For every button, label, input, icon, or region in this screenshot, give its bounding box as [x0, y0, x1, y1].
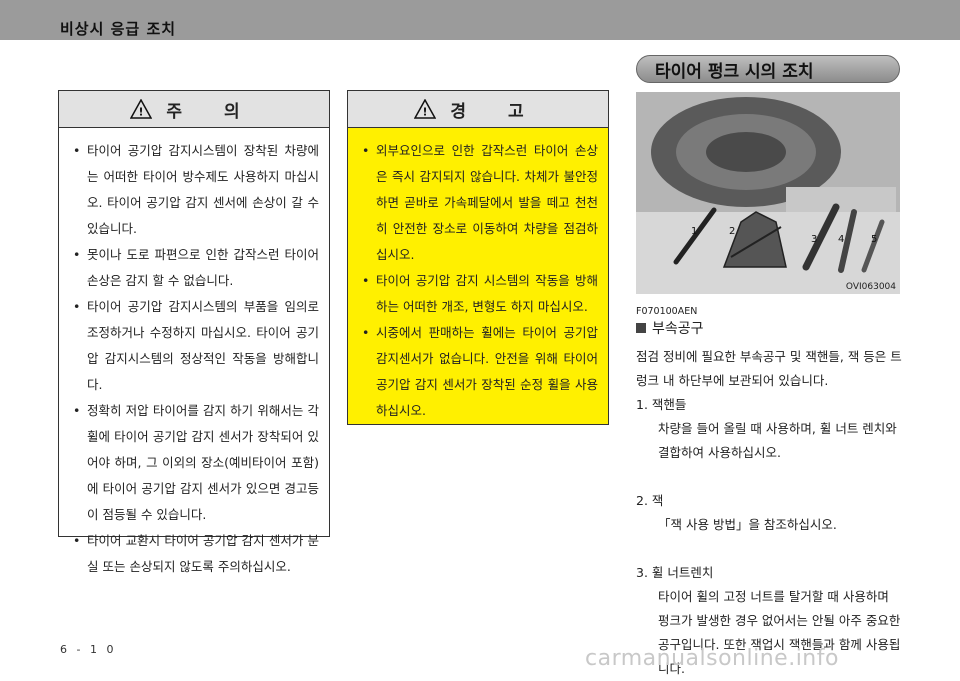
header-title: 비상시 응급 조치	[60, 20, 177, 38]
warning-item: 시중에서 판매하는 휠에는 타이어 공기압 감지센서가 없습니다. 안전을 위해…	[362, 320, 598, 424]
caution-list: 타이어 공기압 감지시스템이 장착된 차량에는 어떠한 타이어 방수제도 사용하…	[59, 128, 329, 580]
warning-box: ! 경 고 외부요인으로 인한 갑작스런 타이어 손상은 즉시 감지되지 않습니…	[347, 90, 609, 425]
tool-label: 3	[811, 234, 818, 245]
svg-text:!: !	[423, 106, 428, 119]
tool-item-heading: 3. 휠 너트렌치	[636, 565, 714, 580]
caution-item: 정확히 저압 타이어를 감지 하기 위해서는 각 휠에 타이어 공기압 감지 센…	[73, 398, 319, 528]
section-title: 타이어 펑크 시의 조치	[636, 55, 900, 83]
intro-paragraph: 점검 정비에 필요한 부속공구 및 잭핸들, 잭 등은 트렁크 내 하단부에 보…	[636, 349, 902, 388]
warning-item: 타이어 공기압 감지 시스템의 작동을 방해하는 어떠한 개조, 변형도 하지 …	[362, 268, 598, 320]
tool-label: 5	[871, 234, 878, 245]
subsection-label: 부속공구	[652, 321, 704, 337]
body-text: 점검 정비에 필요한 부속공구 및 잭핸들, 잭 등은 트렁크 내 하단부에 보…	[636, 345, 904, 681]
tool-item-heading: 1. 잭핸들	[636, 397, 687, 412]
warning-header: ! 경 고	[348, 91, 608, 128]
tool-item-desc: 「잭 사용 방법」을 참조하십시오.	[658, 517, 837, 532]
page-number: 6 - 1 0	[60, 643, 117, 656]
caution-item: 타이어 공기압 감지시스템이 장착된 차량에는 어떠한 타이어 방수제도 사용하…	[73, 138, 319, 242]
doc-id: F070100AEN	[636, 306, 698, 317]
tool-label: 2	[729, 226, 736, 237]
photo-code: OVI063004	[845, 282, 896, 292]
caution-item: 못이나 도로 파편으로 인한 갑작스런 타이어 손상은 감지 할 수 없습니다.	[73, 242, 319, 294]
tool-label: 4	[838, 234, 845, 245]
warning-title: 경 고	[450, 101, 542, 122]
warning-item: 외부요인으로 인한 갑작스런 타이어 손상은 즉시 감지되지 않습니다. 차체가…	[362, 138, 598, 268]
subsection-title: 부속공구	[636, 318, 704, 338]
tool-item-desc: 차량을 들어 올릴 때 사용하며, 휠 너트 렌치와 결합하여 사용하십시오.	[658, 421, 897, 460]
warning-list: 외부요인으로 인한 갑작스런 타이어 손상은 즉시 감지되지 않습니다. 차체가…	[348, 128, 608, 424]
tool-item-heading: 2. 잭	[636, 493, 664, 508]
caution-title: 주 의	[166, 101, 258, 122]
warning-triangle-icon: !	[414, 99, 437, 119]
tool-label: 1	[691, 226, 698, 237]
svg-text:!: !	[139, 106, 144, 119]
square-bullet-icon	[636, 323, 646, 333]
caution-header: ! 주 의	[59, 91, 329, 128]
warning-triangle-icon: !	[130, 99, 153, 119]
trunk-tools-illustration	[636, 92, 900, 294]
caution-box: ! 주 의 타이어 공기압 감지시스템이 장착된 차량에는 어떠한 타이어 방수…	[58, 90, 330, 574]
tools-photo: 1 2 3 4 5 OVI063004	[636, 92, 900, 294]
watermark: carmanualsonline.info	[585, 646, 839, 671]
caution-item: 타이어 교환시 타이어 공기압 감지 센서가 분실 또는 손상되지 않도록 주의…	[73, 528, 319, 580]
caution-item: 타이어 공기압 감지시스템의 부품을 임의로 조정하거나 수정하지 마십시오. …	[73, 294, 319, 398]
